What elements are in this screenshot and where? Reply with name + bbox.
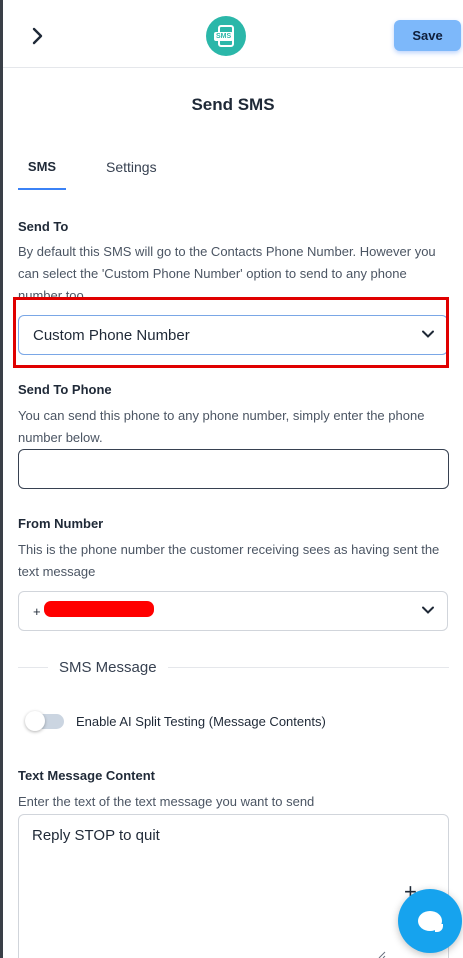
- chat-widget-button[interactable]: [398, 889, 462, 953]
- send-to-label: Send To: [18, 219, 69, 234]
- expand-chevron-icon[interactable]: [25, 22, 49, 50]
- send-to-phone-label: Send To Phone: [18, 382, 112, 397]
- ai-split-testing-label: Enable AI Split Testing (Message Content…: [76, 714, 326, 729]
- text-message-help: Enter the text of the text message you w…: [18, 794, 315, 809]
- chevron-down-icon: [421, 604, 435, 619]
- send-to-help: By default this SMS will go to the Conta…: [18, 244, 436, 297]
- from-number-label: From Number: [18, 516, 104, 531]
- header: SMS Save: [3, 0, 463, 68]
- resize-handle-icon[interactable]: [376, 946, 386, 958]
- text-message-label: Text Message Content: [18, 768, 156, 783]
- chat-bubble-icon: [418, 911, 443, 932]
- highlight-box: [13, 297, 449, 368]
- toggle-knob: [25, 711, 45, 731]
- tab-settings[interactable]: Settings: [106, 159, 157, 175]
- ai-split-testing-toggle[interactable]: [25, 711, 64, 731]
- redaction-mark: [44, 601, 154, 617]
- send-to-phone-help: You can send this phone to any phone num…: [18, 408, 425, 445]
- active-tab-indicator: [18, 188, 66, 190]
- from-number-prefix: +: [33, 603, 41, 619]
- logo-text: SMS: [214, 32, 234, 41]
- window-edge: [0, 0, 3, 958]
- divider-line-left: [18, 667, 48, 668]
- page-title: Send SMS: [191, 95, 275, 114]
- sms-message-section-label: SMS Message: [59, 659, 157, 676]
- from-number-help: This is the phone number the customer re…: [18, 542, 440, 579]
- tab-sms[interactable]: SMS: [18, 159, 66, 174]
- divider-line-right: [168, 667, 449, 668]
- sms-app-logo: SMS: [206, 16, 246, 56]
- text-message-textarea[interactable]: Reply STOP to quit: [18, 814, 449, 958]
- phone-icon: SMS: [214, 25, 234, 47]
- save-button[interactable]: Save: [394, 20, 461, 51]
- send-to-phone-input[interactable]: [18, 449, 449, 489]
